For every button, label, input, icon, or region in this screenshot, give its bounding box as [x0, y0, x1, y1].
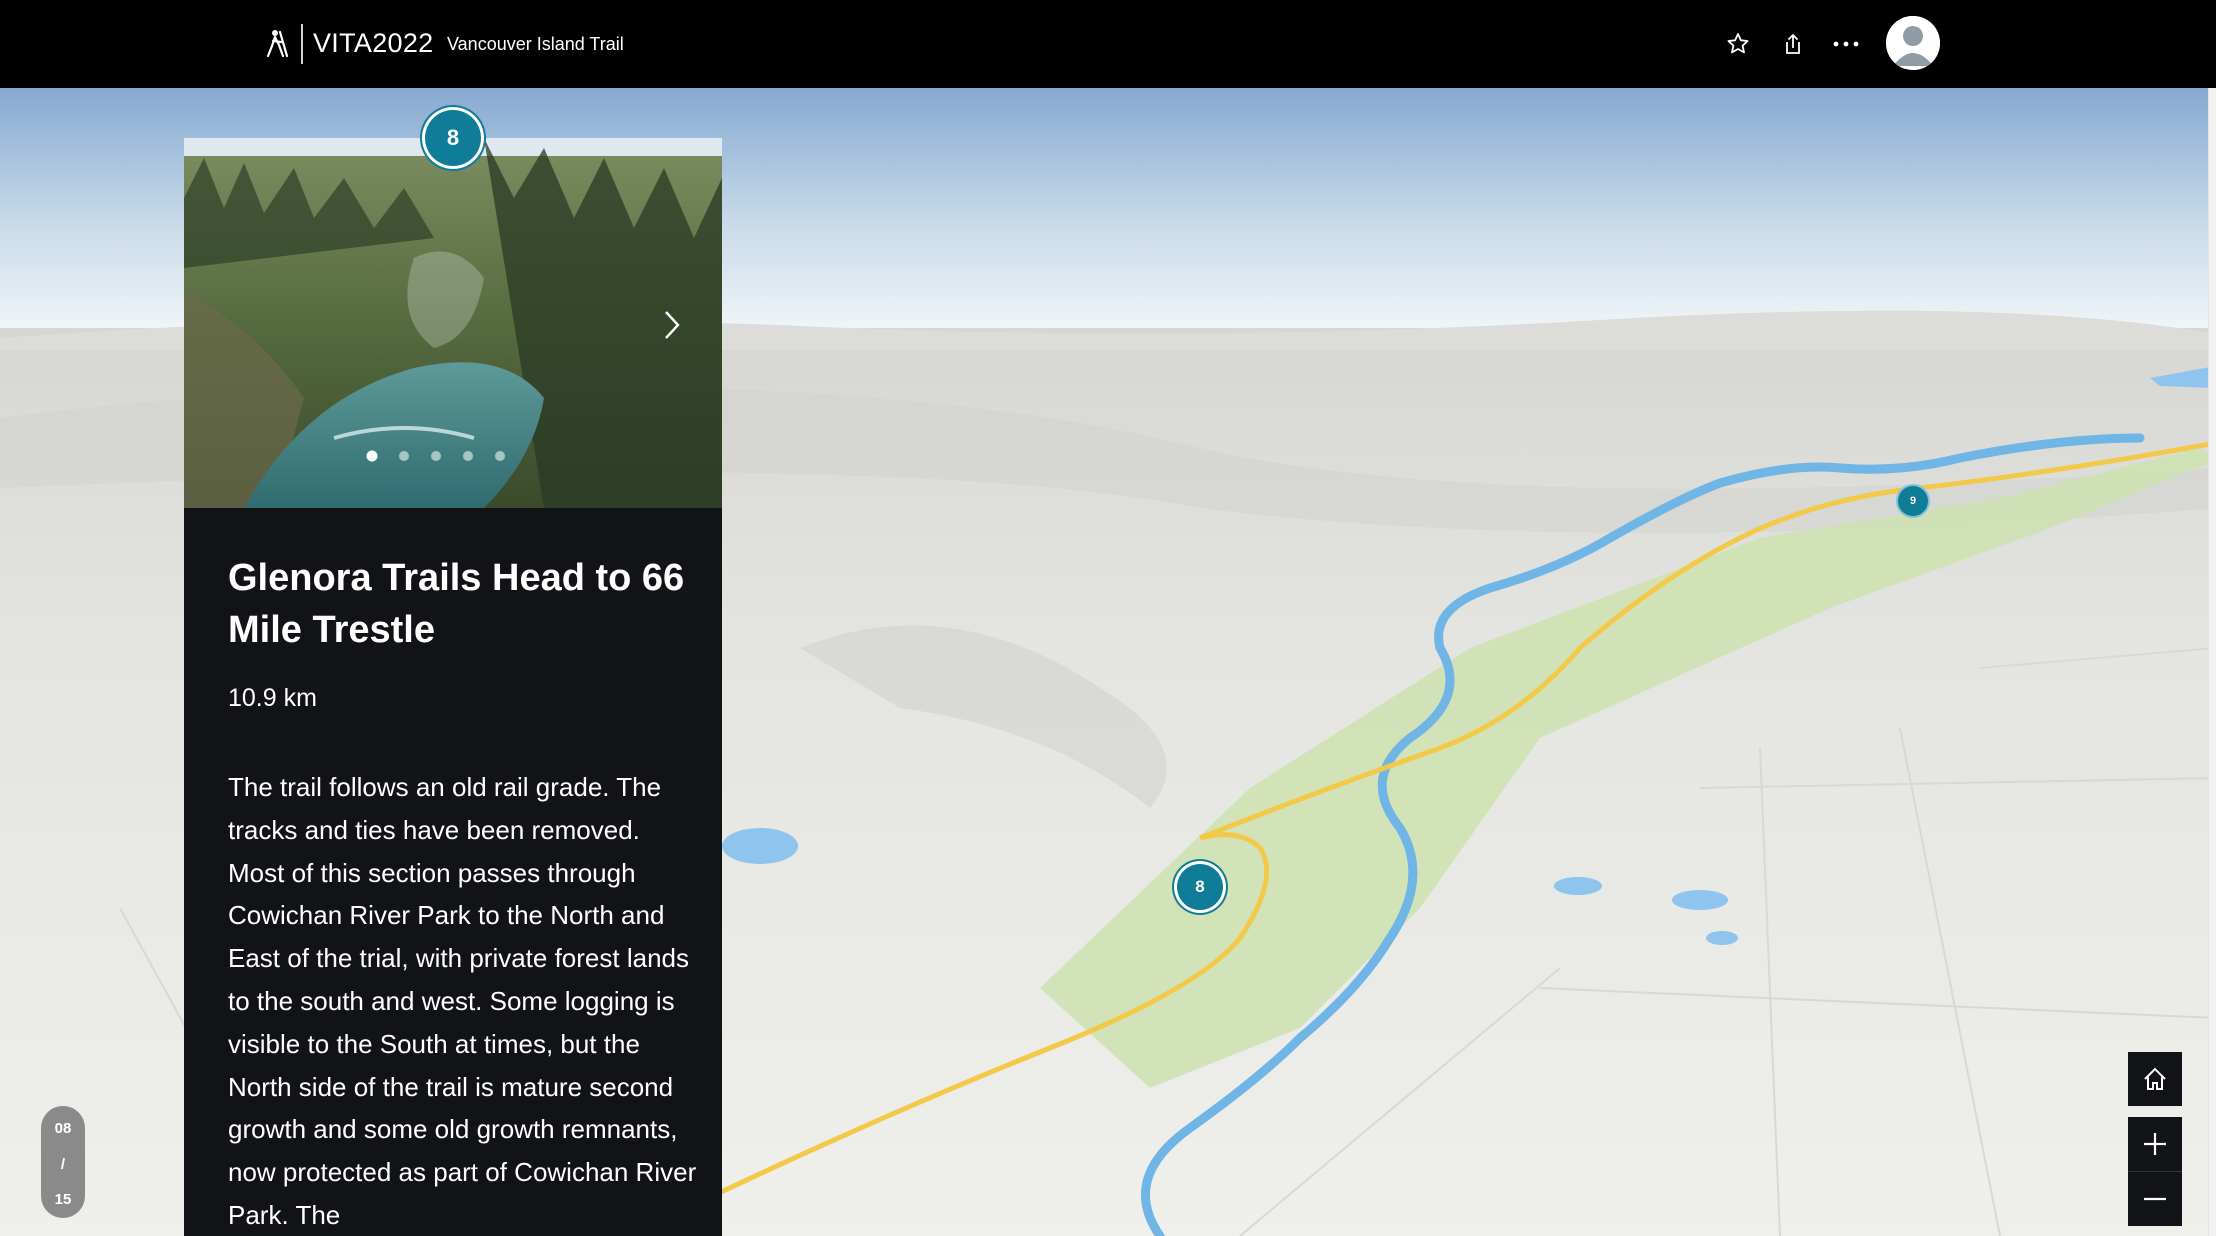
home-button[interactable]	[2128, 1052, 2182, 1106]
header-divider	[301, 24, 303, 64]
section-title: Glenora Trails Head to 66 Mile Trestle	[228, 557, 685, 651]
hiker-logo-icon[interactable]	[263, 28, 293, 58]
app-title[interactable]: VITA2022	[313, 28, 433, 59]
page-scrollbar[interactable]	[2208, 88, 2216, 1236]
stop-number-badge[interactable]: 8	[425, 110, 481, 166]
zoom-in-button[interactable]	[2128, 1117, 2182, 1171]
zoom-out-button[interactable]	[2128, 1171, 2182, 1226]
carousel-dots[interactable]	[362, 447, 512, 465]
home-icon	[2144, 1067, 2166, 1090]
counter-total: 15	[54, 1191, 72, 1208]
app-header: VITA2022 Vancouver Island Trail	[0, 0, 2216, 88]
star-icon[interactable]	[1720, 26, 1756, 62]
lake	[722, 828, 798, 864]
share-icon[interactable]	[1775, 26, 1811, 62]
section-description: The trail follows an old rail grade. The…	[228, 772, 697, 1230]
counter-separator: /	[60, 1156, 66, 1173]
page-counter[interactable]: 08 / 15	[41, 1106, 85, 1218]
plus-icon	[2144, 1133, 2166, 1155]
map-marker-9[interactable]: 9	[1898, 486, 1928, 516]
map-marker-8[interactable]: 8	[1177, 864, 1223, 910]
story-panel: Glenora Trails Head to 66 Mile Trestle 1…	[184, 138, 722, 1236]
lake	[1672, 890, 1728, 910]
avatar[interactable]	[1886, 16, 1940, 70]
user-icon	[1886, 16, 1940, 70]
more-icon[interactable]	[1828, 26, 1864, 62]
lake	[1706, 931, 1738, 945]
section-distance: 10.9 km	[228, 684, 317, 712]
minus-icon	[2144, 1197, 2166, 1201]
lake	[1554, 877, 1602, 895]
app-subtitle: Vancouver Island Trail	[447, 34, 624, 54]
counter-current: 08	[54, 1120, 72, 1137]
chevron-right-icon[interactable]	[660, 308, 684, 342]
